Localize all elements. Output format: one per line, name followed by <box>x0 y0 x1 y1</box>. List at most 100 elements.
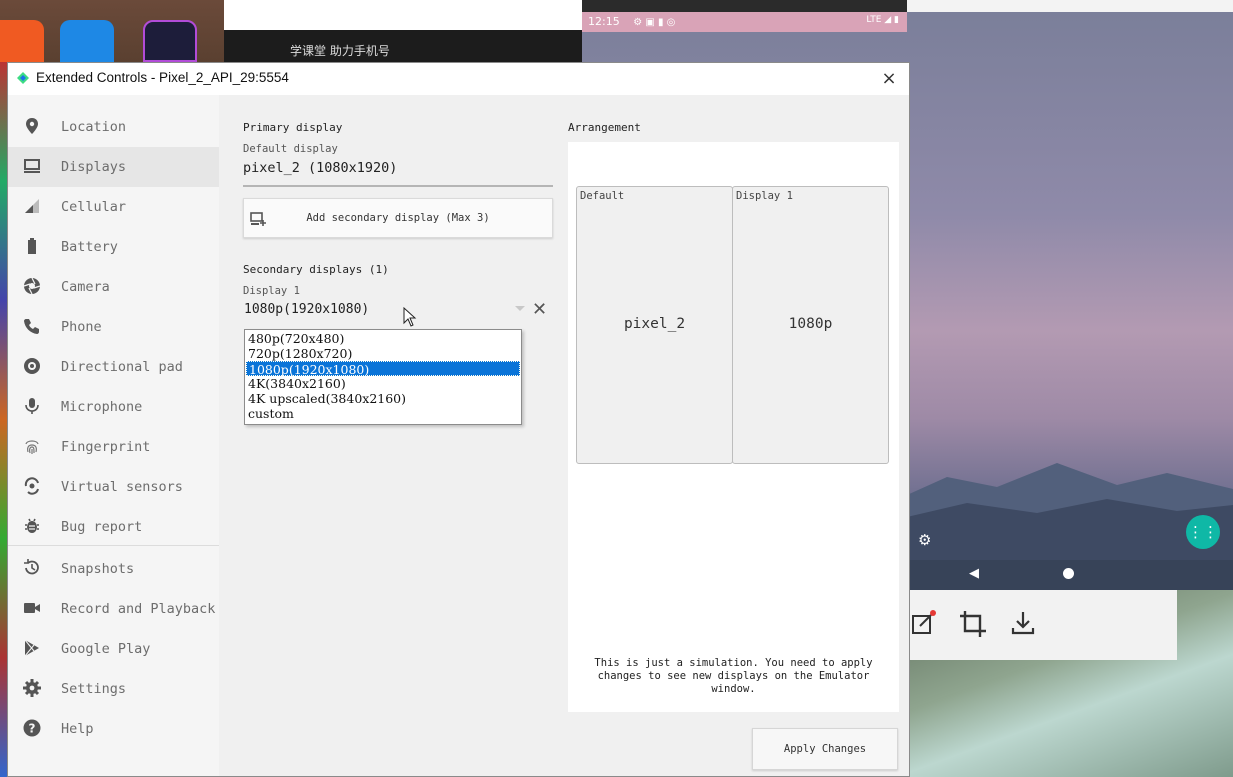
screenshot-toolbar <box>907 590 1177 660</box>
gear-icon <box>23 679 41 697</box>
sidebar-item-microphone[interactable]: Microphone <box>8 387 219 427</box>
phone-status-time: 12:15 <box>588 15 620 28</box>
sidebar-item-label: Google Play <box>61 641 151 657</box>
sidebar-item-camera[interactable]: Camera <box>8 267 219 307</box>
history-icon <box>24 559 39 575</box>
sidebar-item-help[interactable]: ? Help <box>8 709 219 749</box>
sidebar-item-label: Location <box>61 119 127 135</box>
back-icon[interactable]: ◀ <box>969 566 979 581</box>
crop-icon[interactable] <box>959 610 987 638</box>
edit-icon[interactable] <box>911 610 937 636</box>
sidebar: Location Displays Cellular Battery Camer… <box>8 95 219 776</box>
bug-icon <box>25 518 39 533</box>
sidebar-item-virtual-sensors[interactable]: Virtual sensors <box>8 467 219 507</box>
fingerprint-icon <box>25 440 39 454</box>
resolution-option[interactable]: 720p(1280x720) <box>246 346 520 361</box>
default-display-label: Default display <box>243 143 338 155</box>
svg-text:?: ? <box>29 722 36 736</box>
sidebar-item-label: Phone <box>61 319 102 335</box>
emulator-logo-icon <box>17 72 29 84</box>
sidebar-item-settings[interactable]: Settings <box>8 669 219 709</box>
close-button[interactable]: × <box>877 67 901 91</box>
arrangement-tile-display1[interactable]: Display 1 1080p <box>732 186 889 464</box>
default-display-underline <box>243 185 553 187</box>
home-icon[interactable] <box>1063 568 1074 579</box>
download-icon[interactable] <box>1010 610 1036 636</box>
videocam-icon <box>24 603 40 613</box>
resolution-option-selected[interactable]: 1080p(1920x1080) <box>246 361 520 377</box>
sidebar-item-label: Snapshots <box>61 561 135 577</box>
displays-panel: Primary display Default display pixel_2 … <box>219 95 909 776</box>
sidebar-item-label: Directional pad <box>61 359 183 375</box>
location-pin-icon <box>26 118 38 134</box>
arrangement-tile-default[interactable]: Default pixel_2 <box>576 186 733 464</box>
extended-controls-dialog: Extended Controls - Pixel_2_API_29:5554 … <box>7 62 910 777</box>
apply-changes-button[interactable]: Apply Changes <box>752 728 898 770</box>
sidebar-item-record-playback[interactable]: Record and Playback <box>8 589 219 629</box>
wallpaper-settings-icon[interactable]: ⚙ <box>918 531 931 549</box>
dialog-title: Extended Controls - Pixel_2_API_29:5554 <box>36 70 289 85</box>
sidebar-item-label: Virtual sensors <box>61 479 183 495</box>
battery-icon <box>28 238 36 254</box>
nox-app-icon[interactable] <box>143 20 197 62</box>
background-window-header: 学课堂 助力手机号 <box>224 30 582 62</box>
resolution-option[interactable]: custom <box>246 406 520 421</box>
help-circle-icon: ? <box>23 719 41 737</box>
microphone-icon <box>25 398 39 414</box>
sidebar-item-battery[interactable]: Battery <box>8 227 219 267</box>
background-strip <box>907 0 1233 12</box>
sidebar-item-label: Fingerprint <box>61 439 151 455</box>
primary-display-heading: Primary display <box>243 121 343 134</box>
add-secondary-display-button[interactable]: Add secondary display (Max 3) <box>243 198 553 238</box>
play-store-icon <box>24 639 39 657</box>
sidebar-item-fingerprint[interactable]: Fingerprint <box>8 427 219 467</box>
app-shortcut-icon[interactable] <box>0 20 44 62</box>
default-display-value: pixel_2 (1080x1920) <box>243 160 398 176</box>
display1-resolution-select[interactable]: 1080p(1920x1080) <box>243 299 527 321</box>
cellular-signal-icon <box>25 199 39 213</box>
sidebar-item-cellular[interactable]: Cellular <box>8 187 219 227</box>
status-icons: ⚙ ▣ ▮ ◎ <box>633 17 676 28</box>
sidebar-item-directional-pad[interactable]: Directional pad <box>8 347 219 387</box>
remove-display-icon[interactable]: ✕ <box>532 299 547 320</box>
resolution-option[interactable]: 480p(720x480) <box>246 331 520 346</box>
sidebar-item-label: Cellular <box>61 199 127 215</box>
sidebar-divider <box>8 545 219 546</box>
phone-icon <box>24 319 39 334</box>
tile-name: Display 1 <box>736 190 793 202</box>
background-window <box>224 0 582 30</box>
simulation-note: This is just a simulation. You need to a… <box>594 657 873 695</box>
arrangement-canvas: Default pixel_2 Display 1 1080p This is … <box>568 142 899 712</box>
dialog-titlebar: Extended Controls - Pixel_2_API_29:5554 … <box>8 63 909 95</box>
sidebar-item-label: Displays <box>61 159 127 175</box>
background-window-text: 学课堂 助力手机号 <box>290 44 390 58</box>
sidebar-item-location[interactable]: Location <box>8 107 219 147</box>
sidebar-item-snapshots[interactable]: Snapshots <box>8 549 219 589</box>
sidebar-item-label: Help <box>61 721 94 737</box>
chevron-down-icon <box>515 306 525 311</box>
tile-name: Default <box>580 190 625 202</box>
sidebar-item-label: Bug report <box>61 519 143 535</box>
sidebar-item-displays[interactable]: Displays <box>8 147 219 187</box>
sidebar-item-label: Record and Playback <box>61 601 216 617</box>
app-drawer-icon[interactable]: ⋮⋮ <box>1186 515 1220 549</box>
sidebar-item-phone[interactable]: Phone <box>8 307 219 347</box>
sidebar-item-google-play[interactable]: Google Play <box>8 629 219 669</box>
display1-label: Display 1 <box>243 285 300 297</box>
display1-selected-value: 1080p(1920x1080) <box>244 302 370 317</box>
arrangement-heading: Arrangement <box>568 121 641 134</box>
add-secondary-display-label: Add secondary display (Max 3) <box>306 212 490 224</box>
resolution-option[interactable]: 4K(3840x2160) <box>246 376 520 391</box>
sidebar-item-label: Camera <box>61 279 110 295</box>
rotate-icon <box>24 477 39 495</box>
pen-app-icon[interactable] <box>60 20 114 62</box>
sidebar-item-bug-report[interactable]: Bug report <box>8 507 219 547</box>
displays-icon <box>24 159 40 173</box>
mountains-wallpaper <box>907 463 1233 563</box>
sidebar-item-label: Microphone <box>61 399 143 415</box>
resolution-option[interactable]: 4K upscaled(3840x2160) <box>246 391 520 406</box>
phone-status-bar: 12:15 ⚙ ▣ ▮ ◎ LTE ◢ ▮ <box>582 12 907 32</box>
camera-aperture-icon <box>23 277 41 295</box>
tile-center-label: pixel_2 <box>623 316 686 332</box>
phone-status-network: LTE ◢ ▮ <box>866 15 899 25</box>
